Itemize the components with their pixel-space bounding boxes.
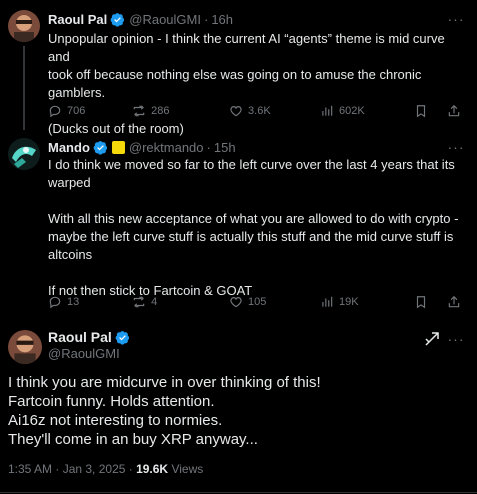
tweet-actions: 706 286 3.6K 602K — [48, 102, 466, 120]
tweet-actions: 13 4 105 19K — [48, 293, 466, 311]
like-button[interactable]: 3.6K — [229, 104, 320, 118]
repost-icon — [133, 296, 145, 308]
divider — [0, 492, 477, 493]
like-count: 105 — [248, 296, 267, 308]
reply-button[interactable]: 13 — [48, 295, 132, 309]
affiliate-badge-icon[interactable] — [111, 140, 125, 154]
reply-count: 13 — [67, 296, 80, 308]
bookmark-icon — [416, 105, 426, 118]
share-button[interactable] — [447, 104, 466, 118]
like-button[interactable]: 105 — [229, 295, 320, 309]
repost-button[interactable]: 4 — [132, 295, 229, 309]
like-icon — [230, 297, 242, 308]
views-icon — [322, 105, 333, 116]
views-icon — [322, 296, 333, 307]
tweet-text: I think you are midcurve in over thinkin… — [8, 374, 321, 448]
bookmark-button[interactable] — [414, 295, 433, 309]
tweet-mando[interactable]: Mando @rektmando · 15h ··· I do think we… — [0, 130, 477, 320]
timestamp[interactable]: 16h — [211, 12, 233, 27]
more-icon[interactable]: ··· — [447, 330, 465, 348]
tweet-text: Unpopular opinion - I think the current … — [48, 31, 445, 136]
tweet-header: Raoul Pal @RaoulGMI · 16h — [48, 10, 233, 28]
reply-icon — [49, 296, 61, 309]
display-name[interactable]: Raoul Pal — [48, 329, 112, 345]
tweet-header: Raoul Pal — [48, 328, 130, 346]
avatar[interactable] — [8, 138, 40, 170]
grok-icon[interactable] — [423, 330, 441, 348]
tweet-text: I do think we moved so far to the left c… — [48, 157, 459, 298]
repost-icon — [133, 105, 145, 117]
views-label: Views — [168, 462, 204, 476]
more-icon[interactable]: ··· — [447, 138, 465, 156]
display-name[interactable]: Mando — [48, 140, 90, 155]
verified-badge-icon — [93, 140, 107, 155]
view-count: 602K — [339, 105, 365, 117]
separator-dot: · — [203, 11, 209, 27]
view-count: 19K — [339, 296, 359, 308]
tweet-raoul-1[interactable]: Raoul Pal @RaoulGMI · 16h ··· Unpopular … — [0, 0, 477, 136]
reply-button[interactable]: 706 — [48, 104, 132, 118]
user-handle[interactable]: @RaoulGMI — [48, 346, 120, 361]
separator-dot: · — [206, 139, 211, 155]
tweet-meta: 1:35 AM · Jan 3, 2025 · 19.6K Views — [8, 462, 203, 476]
like-count: 3.6K — [248, 105, 271, 117]
share-button[interactable] — [447, 295, 466, 309]
display-name[interactable]: Raoul Pal — [48, 12, 107, 27]
share-icon — [448, 295, 460, 308]
reply-icon — [49, 105, 61, 118]
verified-badge-icon — [110, 12, 125, 27]
bookmark-icon — [416, 296, 426, 309]
more-icon[interactable]: ··· — [447, 10, 465, 28]
repost-count: 4 — [151, 296, 158, 308]
user-handle[interactable]: @RaoulGMI — [129, 12, 201, 27]
user-handle[interactable]: @rektmando — [129, 140, 204, 155]
bookmark-button[interactable] — [414, 104, 433, 118]
view-count: 19.6K — [136, 462, 169, 476]
like-icon — [230, 106, 242, 117]
avatar[interactable] — [8, 10, 40, 42]
thread-line — [23, 46, 25, 130]
timestamp[interactable]: 1:35 AM · Jan 3, 2025 · — [8, 462, 136, 476]
share-icon — [448, 104, 460, 117]
timestamp[interactable]: 15h — [214, 140, 236, 155]
verified-badge-icon — [115, 330, 129, 345]
views-button[interactable]: 19K — [320, 295, 414, 309]
avatar[interactable] — [8, 330, 42, 364]
tweet-header: Mando @rektmando · 15h — [48, 138, 236, 156]
reply-count: 706 — [67, 105, 86, 117]
repost-button[interactable]: 286 — [132, 104, 229, 118]
views-button[interactable]: 602K — [320, 104, 414, 118]
repost-count: 286 — [151, 105, 170, 117]
